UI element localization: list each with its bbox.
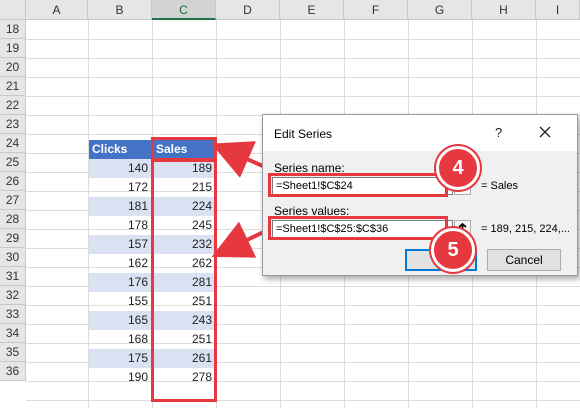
dialog-titlebar[interactable]: Edit Series ? [263,115,577,151]
step-5-badge: 5 [431,228,475,272]
dialog-title: Edit Series [274,127,333,141]
series-values-highlight [268,216,448,240]
close-icon[interactable] [537,124,553,140]
series-name-result: = Sales [481,180,518,192]
step-4-badge: 4 [436,146,480,190]
help-button[interactable]: ? [495,125,502,140]
series-values-result: = 189, 215, 224,... [481,223,570,235]
series-name-highlight [268,173,448,197]
cancel-button[interactable]: Cancel [487,249,561,271]
